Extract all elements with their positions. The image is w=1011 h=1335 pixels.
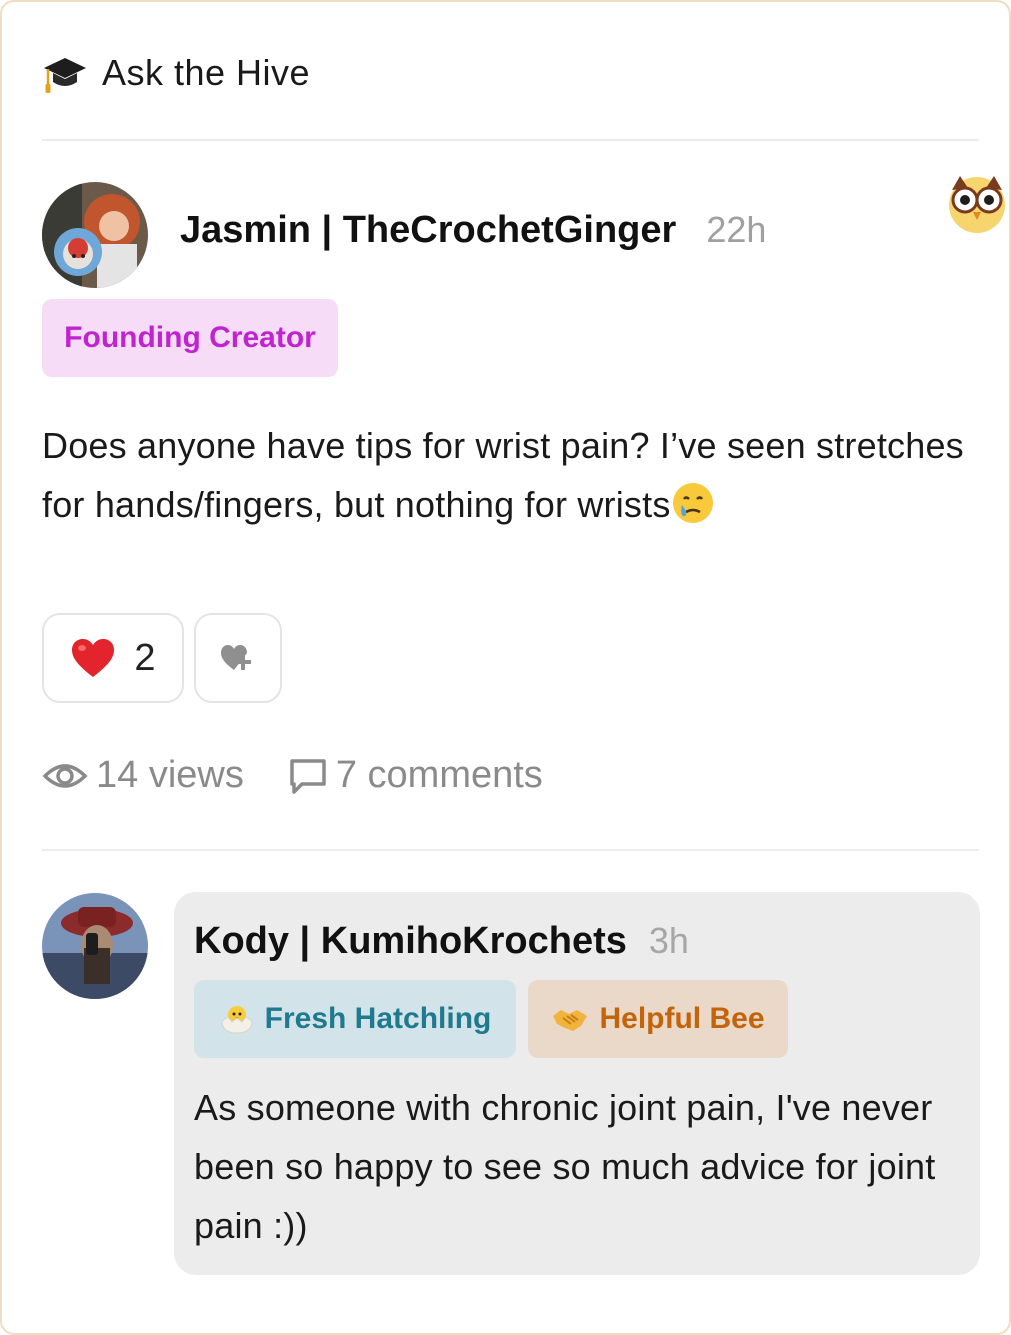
page-title: Ask the Hive	[102, 52, 311, 93]
heart-count: 2	[134, 636, 156, 679]
comments-stat[interactable]: 7 comments	[288, 754, 543, 797]
helpful-bee-badge: Helpful Bee	[528, 980, 788, 1058]
crying-face-icon	[672, 483, 713, 523]
fresh-hatchling-badge: Fresh Hatchling	[194, 980, 516, 1058]
comment-timestamp: 3h	[648, 920, 689, 961]
heart-icon	[72, 639, 115, 677]
badge-label: Helpful Bee	[599, 1002, 765, 1035]
comment-body: As someone with chronic joint pain, I've…	[194, 1087, 936, 1246]
views-stat: 14 views	[42, 754, 244, 797]
handshake-icon	[553, 1010, 588, 1031]
commenter-name[interactable]: Kody | KumihoKrochets	[194, 920, 627, 963]
badge-label: Founding Creator	[64, 321, 316, 354]
post-stats: 14 views 7 comments	[42, 754, 543, 797]
author-avatar[interactable]	[42, 182, 148, 288]
graduation-cap-icon	[44, 58, 86, 93]
post-text: Does anyone have tips for wrist pain? I’…	[42, 425, 964, 525]
eye-icon	[42, 763, 88, 788]
comment-author-row: Kody | KumihoKrochets 3h	[194, 920, 689, 963]
author-name[interactable]: Jasmin | TheCrochetGinger	[180, 209, 676, 252]
comment-bubble: Kody | KumihoKrochets 3h Fresh Hatchling…	[174, 892, 980, 1275]
post-author-row: Jasmin | TheCrochetGinger 22h	[180, 209, 766, 252]
header-divider	[42, 139, 979, 141]
badge-label: Fresh Hatchling	[264, 1002, 492, 1035]
owl-icon[interactable]	[946, 172, 1008, 234]
commenter-avatar[interactable]	[42, 893, 148, 999]
founding-creator-badge: Founding Creator	[42, 299, 338, 377]
views-count: 14 views	[96, 754, 244, 796]
heart-reaction-button[interactable]: 2	[42, 613, 184, 703]
post-card: Ask the Hive Jasmin | TheCrochetGinger 2…	[0, 0, 1011, 1335]
section-header: Ask the Hive	[42, 44, 310, 102]
hatching-chick-icon	[221, 1006, 253, 1034]
comment-icon	[290, 758, 326, 794]
post-body: Does anyone have tips for wrist pain? I’…	[42, 416, 982, 534]
post-timestamp: 22h	[706, 209, 767, 250]
comments-count[interactable]: 7 comments	[336, 754, 543, 797]
add-reaction-icon	[221, 645, 251, 670]
stats-divider	[42, 849, 979, 851]
add-reaction-button[interactable]	[194, 613, 282, 703]
